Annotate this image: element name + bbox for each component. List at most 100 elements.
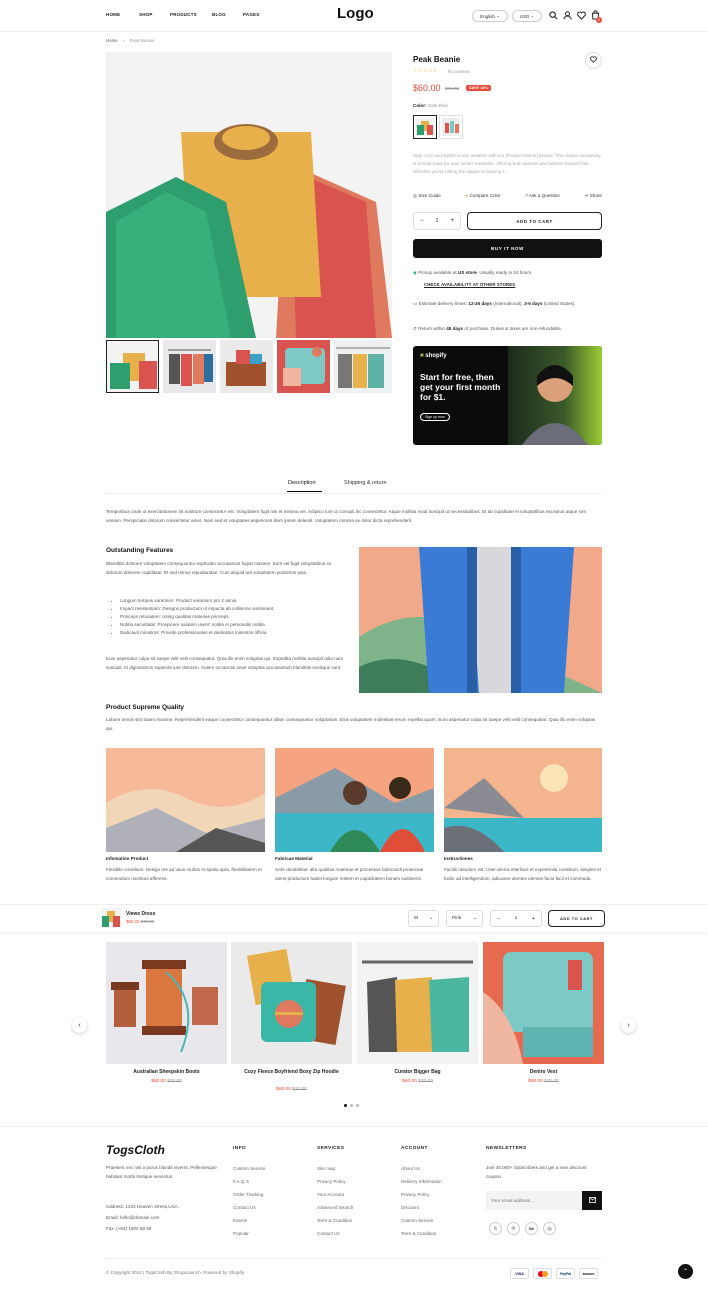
buy-now-button[interactable]: BUY IT NOW: [413, 239, 602, 258]
logo[interactable]: Logo: [337, 5, 374, 22]
language-selector[interactable]: English ⌄: [472, 10, 508, 22]
product-main-image[interactable]: [106, 52, 392, 338]
currency-selector[interactable]: USD ⌄: [512, 10, 542, 22]
footer-account-link[interactable]: Privacy Policy: [401, 1192, 430, 1197]
nav-home[interactable]: HOME: [106, 12, 120, 17]
tab-shipping-return[interactable]: Shipping & return: [344, 480, 387, 486]
footer-services-link[interactable]: Term & Condition: [317, 1218, 352, 1223]
footer-account-title: ACCOUNT: [401, 1146, 428, 1151]
footer-info-link[interactable]: Custom Service: [233, 1166, 265, 1171]
breadcrumb-home[interactable]: Home: [106, 38, 118, 43]
pinterest-icon[interactable]: ℗: [507, 1222, 520, 1235]
chevron-down-icon: ⌄: [428, 916, 433, 921]
sticky-compare-price: $70.00: [140, 919, 155, 924]
increase-quantity-button[interactable]: +: [450, 218, 454, 224]
carousel-prev-button[interactable]: ‹: [72, 1018, 87, 1033]
footer-account-link[interactable]: Delivery Information: [401, 1179, 442, 1184]
related-product-name-3[interactable]: Curator Bigger Bag: [357, 1069, 478, 1075]
sticky-decrease-button[interactable]: −: [497, 916, 500, 922]
compare-color-link[interactable]: ● Compare Color: [465, 193, 500, 199]
footer-info-link[interactable]: Order Tracking: [233, 1192, 263, 1197]
shopify-bag-icon: ■: [420, 353, 424, 359]
add-to-cart-button[interactable]: ADD TO CART: [467, 212, 602, 230]
banner-cta[interactable]: Sign up now: [420, 413, 450, 421]
color-swatch-2[interactable]: [439, 115, 463, 139]
sticky-add-to-cart-button[interactable]: ADD TO CART: [548, 910, 605, 927]
product-thumbnail-2[interactable]: [163, 340, 216, 393]
rating-stars: ☆☆☆☆☆: [413, 68, 438, 74]
footer-account-link[interactable]: Discount: [401, 1205, 419, 1210]
nav-pages[interactable]: PAGES: [243, 12, 259, 17]
footer-services-link[interactable]: Contact Us: [317, 1231, 340, 1236]
color-swatch-1[interactable]: [413, 115, 437, 139]
product-thumbnail-5[interactable]: [334, 340, 392, 393]
share-link[interactable]: ⋖ Share: [585, 193, 602, 199]
check-availability-link[interactable]: CHECK AVAILABILITY AT OTHER STORES: [424, 282, 515, 287]
related-product-name-1[interactable]: Australian Sheepskin Boots: [106, 1069, 227, 1075]
account-icon[interactable]: [563, 11, 572, 20]
features-list: Longum tempus varantum: Product varantum…: [106, 597, 346, 637]
footer-info-link[interactable]: F.A.Q.'s: [233, 1179, 249, 1184]
footer-info-link[interactable]: Popular: [233, 1231, 249, 1236]
footer-services-link[interactable]: Advanced Search: [317, 1205, 353, 1210]
sticky-price-row: $60.00 $70.00: [126, 919, 154, 924]
newsletter-submit-button[interactable]: [582, 1191, 602, 1210]
footer-info-link[interactable]: Contact Us: [233, 1205, 256, 1210]
quality-image-1: [106, 748, 265, 852]
carousel-next-button[interactable]: ›: [621, 1018, 636, 1033]
nav-blog[interactable]: BLOG: [212, 12, 226, 17]
shopify-banner[interactable]: ■ shopify Start for free, then get your …: [413, 346, 602, 445]
chevron-down-icon: ⌄: [472, 916, 477, 921]
quantity-stepper[interactable]: − 1 +: [413, 212, 461, 230]
footer-services-link[interactable]: Site map: [317, 1166, 335, 1171]
product-thumbnail-4[interactable]: [277, 340, 330, 393]
decrease-quantity-button[interactable]: −: [420, 218, 424, 224]
back-to-top-button[interactable]: ⌃: [678, 1264, 693, 1279]
wishlist-icon[interactable]: [577, 11, 586, 20]
related-product-image-2[interactable]: [231, 942, 352, 1064]
sticky-increase-button[interactable]: +: [532, 916, 535, 922]
footer-account-link[interactable]: Custom Service: [401, 1218, 433, 1223]
product-thumbnail-3[interactable]: [220, 340, 273, 393]
palette-icon: ●: [465, 193, 469, 198]
related-product-name-2[interactable]: Cozy Fleece Boyfriend Boxy Zip Hoodie: [241, 1069, 342, 1076]
ask-question-link[interactable]: ? Ask a Question: [525, 193, 560, 199]
breadcrumb-current: Peak Beanie: [129, 38, 155, 43]
related-product-image-3[interactable]: [357, 942, 478, 1064]
nav-shop[interactable]: SHOP: [139, 12, 153, 17]
twitter-icon[interactable]: 𝕏: [489, 1222, 502, 1235]
carousel-dot-active[interactable]: [344, 1104, 347, 1107]
instagram-icon[interactable]: ◎: [543, 1222, 556, 1235]
related-product-image-4[interactable]: [483, 942, 604, 1064]
search-icon[interactable]: [549, 11, 558, 20]
related-product-name-4[interactable]: Deniro Vest: [483, 1069, 604, 1075]
wishlist-button[interactable]: [585, 52, 602, 69]
newsletter-email-input[interactable]: [486, 1191, 582, 1210]
sticky-quantity-stepper[interactable]: − 1 +: [490, 910, 542, 927]
share-label: Share: [589, 193, 602, 198]
reviews-count[interactable]: No reviews: [448, 69, 470, 74]
footer-services-link[interactable]: Privacy Policy: [317, 1179, 346, 1184]
related-product-image-1[interactable]: [106, 942, 227, 1064]
behance-icon[interactable]: Bē: [525, 1222, 538, 1235]
features-intro: Blanditiis dolorem voluptatem consequunt…: [106, 561, 332, 575]
size-guide-link[interactable]: ◎ Size Guide: [413, 193, 441, 199]
quantity-value[interactable]: 1: [436, 218, 439, 224]
cart-count-badge: 0: [596, 17, 602, 23]
carousel-dot[interactable]: [350, 1104, 353, 1107]
nav-products[interactable]: PRODUCTS: [170, 12, 197, 17]
footer-services-link[interactable]: Your Account: [317, 1192, 344, 1197]
footer-account-link[interactable]: About Us: [401, 1166, 420, 1171]
sticky-quantity-value[interactable]: 1: [515, 916, 518, 921]
footer-info-link[interactable]: Events: [233, 1218, 247, 1223]
return-icon: ↺: [413, 326, 417, 331]
product-thumbnail-1[interactable]: [106, 340, 159, 393]
sticky-color-select[interactable]: Pink ⌄: [446, 910, 483, 927]
tab-description[interactable]: Description: [288, 480, 316, 486]
footer-brand-logo[interactable]: TogsCloth: [106, 1143, 165, 1157]
footer-account-link[interactable]: Term & Condition: [401, 1231, 436, 1236]
compare-color-label: Compare Color: [469, 193, 501, 198]
delivery-prefix: Estimate delivery times:: [418, 301, 468, 306]
carousel-dot[interactable]: [356, 1104, 359, 1107]
sticky-size-select[interactable]: M ⌄: [408, 910, 439, 927]
